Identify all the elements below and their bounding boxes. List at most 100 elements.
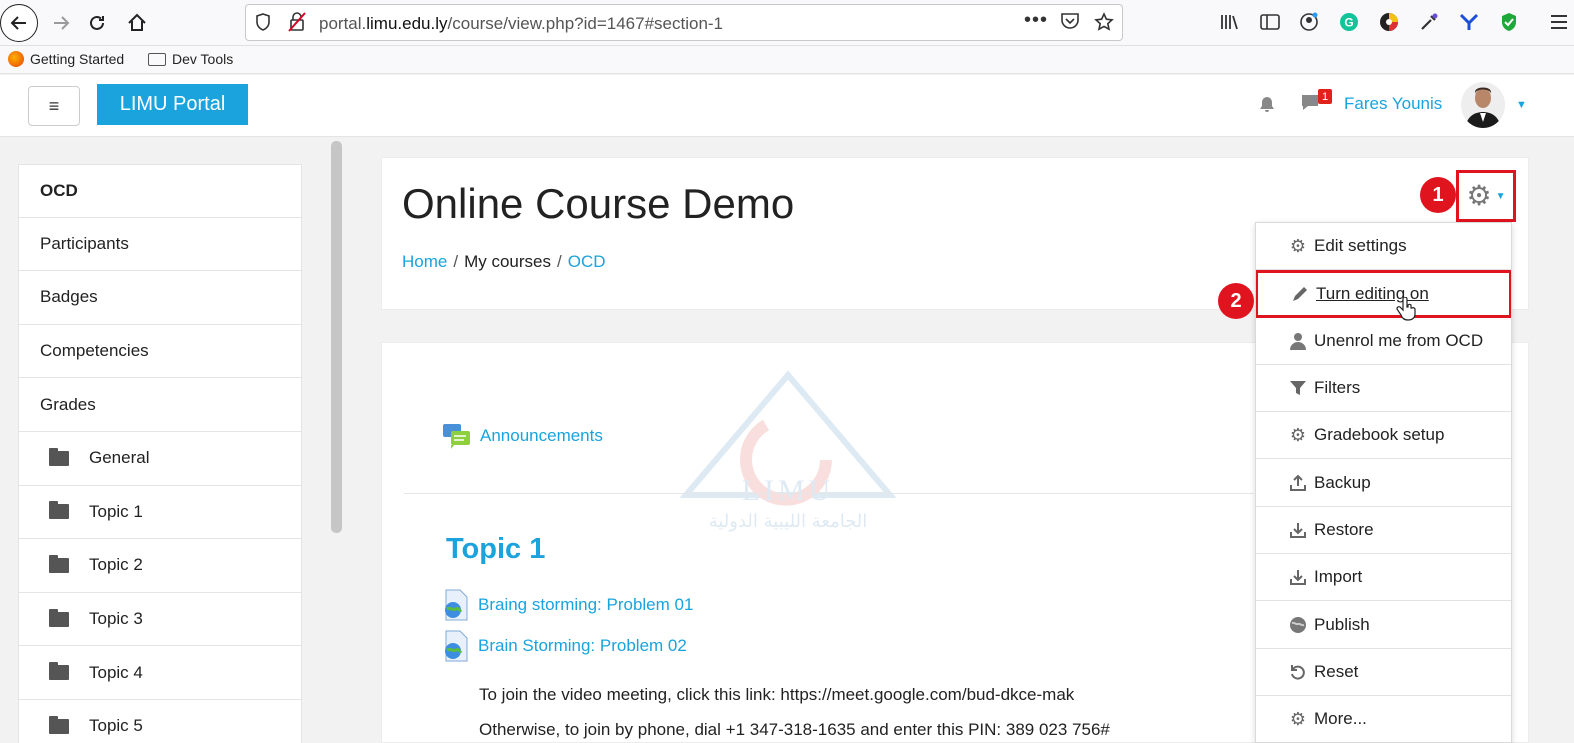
sidebar-icon[interactable] (1259, 11, 1281, 33)
home-button[interactable] (120, 6, 154, 40)
avatar[interactable] (1461, 82, 1505, 128)
arrow-right-icon (54, 16, 70, 30)
forward-button[interactable] (44, 6, 78, 40)
drawer-item-ocd[interactable]: OCD (18, 164, 302, 218)
eyedropper-icon[interactable] (1418, 11, 1440, 33)
folder-icon (49, 662, 69, 681)
globe-icon (1288, 615, 1308, 635)
insecure-lock-icon (288, 12, 306, 37)
gear-icon: ⚙ (1289, 235, 1307, 256)
activity-link-problem-02[interactable]: Brain Storming: Problem 02 (442, 630, 687, 662)
forum-icon (443, 424, 470, 449)
menu-item-edit-settings[interactable]: ⚙ Edit settings (1256, 223, 1511, 271)
activity-link-problem-01[interactable]: Braing storming: Problem 01 (442, 589, 693, 621)
folder-icon (49, 715, 69, 734)
gear-icon: ⚙ (1289, 708, 1307, 729)
account-icon[interactable] (1298, 11, 1320, 33)
menu-item-filters[interactable]: Filters (1256, 365, 1511, 413)
bookmark-getting-started[interactable]: Getting Started (8, 51, 124, 67)
user-menu-name[interactable]: Fares Younis (1344, 94, 1442, 114)
menu-item-restore[interactable]: Restore (1256, 507, 1511, 555)
course-admin-dropdown: ⚙ Edit settings Turn editing on Unenrol m… (1255, 222, 1512, 743)
pencil-icon (1290, 284, 1310, 304)
folder-icon (49, 447, 69, 466)
menu-item-backup[interactable]: Backup (1256, 459, 1511, 507)
menu-item-reset[interactable]: Reset (1256, 649, 1511, 696)
drawer-item-badges[interactable]: Badges (18, 271, 302, 325)
breadcrumb-ocd[interactable]: OCD (568, 252, 606, 271)
upload-icon (1288, 473, 1308, 493)
breadcrumb-my-courses[interactable]: My courses (464, 252, 551, 271)
svg-text:LIMU: LIMU (742, 474, 835, 507)
reload-icon (90, 15, 104, 30)
drawer-scrollbar[interactable] (331, 141, 342, 533)
folder-icon (49, 608, 69, 627)
drawer-item-topic-2[interactable]: Topic 2 (18, 539, 302, 593)
folder-icon (49, 501, 69, 520)
breadcrumb-home[interactable]: Home (402, 252, 447, 271)
drawer-item-topic-5[interactable]: Topic 5 (18, 699, 302, 743)
menu-item-publish[interactable]: Publish (1256, 601, 1511, 649)
color-wheel-icon[interactable] (1378, 11, 1400, 33)
menu-icon[interactable] (1548, 11, 1570, 33)
drawer-toggle-button[interactable]: ≡ (28, 86, 80, 126)
drawer-item-grades[interactable]: Grades (18, 378, 302, 432)
drawer-item-general[interactable]: General (18, 431, 302, 486)
menu-item-turn-editing-on[interactable]: Turn editing on (1256, 270, 1511, 318)
shield-check-icon[interactable] (1498, 11, 1520, 33)
folder-icon (148, 52, 166, 66)
drawer-item-topic-1[interactable]: Topic 1 (18, 485, 302, 540)
menu-item-unenrol[interactable]: Unenrol me from OCD (1256, 318, 1511, 365)
url-text: portal.limu.edu.ly/course/view.php?id=14… (319, 14, 724, 33)
course-settings-menu-button[interactable]: ⚙ ▼ (1456, 170, 1516, 222)
url-resource-icon (445, 630, 468, 662)
filter-icon (1288, 378, 1308, 398)
bookmarks-bar: Getting Started Dev Tools (0, 46, 1574, 74)
page-actions-icon[interactable]: ••• (1024, 9, 1048, 32)
site-navbar: ≡ LIMU Portal 1 Fares Younis ▼ (0, 75, 1574, 137)
hand-cursor-icon (1396, 297, 1416, 321)
user-icon (1288, 331, 1308, 351)
bookmark-dev-tools[interactable]: Dev Tools (148, 51, 233, 67)
firefox-icon (8, 51, 24, 67)
drawer-item-topic-3[interactable]: Topic 3 (18, 592, 302, 647)
download-icon (1288, 567, 1308, 587)
drawer-item-competencies[interactable]: Competencies (18, 324, 302, 379)
gear-icon: ⚙ (1289, 424, 1307, 445)
svg-text:G: G (1344, 16, 1353, 30)
course-nav-drawer: OCD Participants Badges Competencies Gra… (18, 164, 302, 743)
drawer-item-topic-4[interactable]: Topic 4 (18, 646, 302, 700)
back-button[interactable] (0, 4, 38, 42)
grammarly-icon[interactable]: G (1338, 11, 1360, 33)
shield-icon (254, 12, 272, 37)
topic-heading: Topic 1 (446, 533, 546, 565)
reload-button[interactable] (80, 6, 114, 40)
yoroi-icon[interactable] (1458, 11, 1480, 33)
library-icon[interactable] (1219, 11, 1241, 33)
chevron-down-icon[interactable]: ▼ (1516, 99, 1527, 111)
gear-icon: ⚙ (1466, 180, 1492, 211)
folder-icon (49, 554, 69, 573)
bookmark-star-icon[interactable] (1094, 12, 1114, 37)
address-bar[interactable]: portal.limu.edu.ly/course/view.php?id=14… (245, 4, 1123, 41)
svg-text:الجامعة الليبية الدولية: الجامعة الليبية الدولية (709, 511, 868, 532)
browser-toolbar: portal.limu.edu.ly/course/view.php?id=14… (0, 0, 1574, 46)
hamburger-icon: ≡ (48, 95, 60, 116)
meeting-instructions: To join the video meeting, click this li… (479, 685, 1075, 704)
announcements-link[interactable]: Announcements (442, 421, 603, 451)
menu-item-import[interactable]: Import (1256, 554, 1511, 602)
brand-link[interactable]: LIMU Portal (97, 84, 248, 125)
drawer-item-participants[interactable]: Participants (18, 217, 302, 272)
bell-icon[interactable] (1258, 95, 1276, 113)
menu-item-more[interactable]: ⚙ More... (1256, 696, 1511, 742)
breadcrumb: Home / My courses / OCD (402, 252, 606, 271)
phone-instructions: Otherwise, to join by phone, dial +1 347… (479, 720, 1110, 739)
pocket-icon[interactable] (1060, 12, 1080, 35)
user-photo (1461, 82, 1505, 128)
limu-watermark-logo: LIMU الجامعة الليبية الدولية (679, 370, 897, 532)
messages-count-badge: 1 (1318, 89, 1332, 104)
step-marker-1: 1 (1420, 177, 1456, 213)
page-title: Online Course Demo (402, 180, 795, 227)
step-marker-2: 2 (1218, 283, 1254, 319)
menu-item-gradebook-setup[interactable]: ⚙ Gradebook setup (1256, 412, 1511, 460)
